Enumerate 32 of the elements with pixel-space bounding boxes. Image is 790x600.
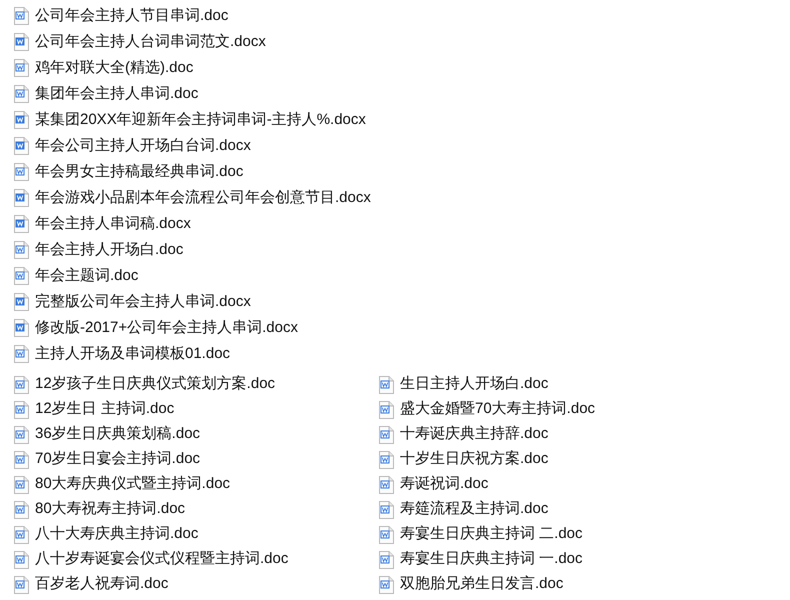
file-name[interactable]: 年会主题词.doc: [35, 264, 138, 288]
file-name[interactable]: 八十大寿庆典主持词.doc: [35, 523, 198, 546]
file-name[interactable]: 集团年会主持人串词.doc: [35, 82, 198, 106]
file-name[interactable]: 年会主持人串词稿.docx: [35, 212, 191, 236]
file-name[interactable]: 主持人开场及串词模板01.doc: [35, 342, 230, 366]
file-name[interactable]: 12岁孩子生日庆典仪式策划方案.doc: [35, 373, 276, 396]
file-name[interactable]: 盛大金婚暨70大寿主持词.doc: [400, 398, 596, 421]
file-name[interactable]: 寿宴生日庆典主持词 一.doc: [400, 548, 583, 571]
file-name[interactable]: 年会公司主持人开场白台词.docx: [35, 134, 251, 158]
file-name[interactable]: 八十岁寿诞宴会仪式仪程暨主持词.doc: [35, 548, 288, 571]
file-name[interactable]: 百岁老人祝寿词.doc: [35, 573, 168, 596]
file-name[interactable]: 寿筵流程及主持词.doc: [400, 498, 548, 521]
file-name[interactable]: 某集团20XX年迎新年会主持词串词-主持人%.docx: [35, 108, 366, 132]
file-name[interactable]: 80大寿庆典仪式暨主持词.doc: [35, 473, 230, 496]
file-name[interactable]: 公司年会主持人节目串词.doc: [35, 4, 228, 28]
file-name[interactable]: 寿诞祝词.doc: [400, 473, 488, 496]
file-name[interactable]: 年会主持人开场白.doc: [35, 238, 184, 262]
file-name[interactable]: 寿宴生日庆典主持词 二.doc: [400, 523, 583, 546]
file-name[interactable]: 十岁生日庆祝方案.doc: [400, 448, 548, 471]
file-name[interactable]: 年会男女主持稿最经典串词.doc: [35, 160, 244, 184]
file-name[interactable]: 鸡年对联大全(精选).doc: [35, 56, 194, 80]
file-name[interactable]: 36岁生日庆典策划稿.doc: [35, 423, 200, 446]
file-name[interactable]: 12岁生日 主持词.doc: [35, 398, 174, 421]
file-name[interactable]: 完整版公司年会主持人串词.docx: [35, 290, 251, 314]
file-name[interactable]: 生日主持人开场白.doc: [400, 373, 548, 396]
file-name[interactable]: 公司年会主持人台词串词范文.docx: [35, 30, 266, 54]
file-name[interactable]: 双胞胎兄弟生日发言.doc: [400, 573, 564, 596]
file-name[interactable]: 年会游戏小品剧本年会流程公司年会创意节目.docx: [35, 186, 371, 210]
file-name[interactable]: 十寿诞庆典主持辞.doc: [400, 423, 548, 446]
file-name[interactable]: 80大寿祝寿主持词.doc: [35, 498, 186, 521]
file-name[interactable]: 70岁生日宴会主持词.doc: [35, 448, 200, 471]
file-name[interactable]: 修改版-2017+公司年会主持人串词.docx: [35, 316, 298, 340]
